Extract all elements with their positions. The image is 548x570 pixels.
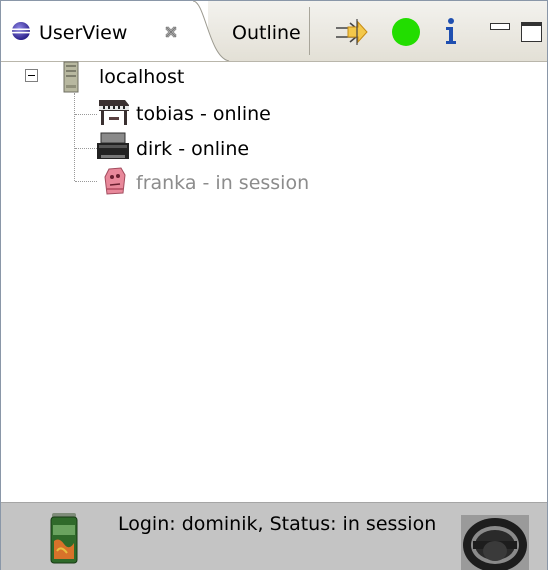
- minimize-icon[interactable]: [490, 23, 510, 30]
- steering-wheel-icon: [461, 515, 529, 570]
- tree-node-label: dirk - online: [136, 138, 250, 160]
- tree-connector: [74, 93, 75, 181]
- connect-arrow-icon[interactable]: [334, 18, 368, 46]
- printer-icon: [97, 132, 129, 159]
- piano-icon: [99, 100, 129, 125]
- close-icon[interactable]: [163, 24, 179, 40]
- maximize-icon[interactable]: [521, 22, 542, 42]
- can-icon: [50, 513, 78, 564]
- tree-node-label: localhost: [99, 66, 185, 88]
- tree-node-user[interactable]: dirk - online: [95, 131, 285, 161]
- tree-node-user[interactable]: tobias - online: [95, 97, 285, 127]
- tab-userview-label: UserView: [39, 22, 128, 44]
- collapse-icon[interactable]: [25, 69, 38, 82]
- status-bar: Login: dominik, Status: in session: [1, 502, 547, 570]
- tab-outline[interactable]: Outline: [232, 22, 301, 44]
- tab-bar: UserView Outline: [1, 1, 547, 62]
- user-tree: [1, 62, 547, 502]
- tab-edge: [191, 1, 230, 61]
- tree-node-localhost[interactable]: localhost: [59, 61, 199, 93]
- server-icon: [63, 61, 79, 93]
- status-text: Login: dominik, Status: in session: [118, 513, 437, 535]
- status-online-icon[interactable]: [391, 17, 421, 47]
- tree-connector: [75, 148, 97, 149]
- tree-node-label: franka - in session: [136, 172, 310, 194]
- info-icon[interactable]: [443, 17, 459, 45]
- figure-icon: [104, 167, 126, 195]
- toolbar-separator: [309, 7, 310, 55]
- tree-node-label: tobias - online: [136, 103, 271, 125]
- eclipse-icon: [12, 22, 30, 40]
- tree-node-user[interactable]: franka - in session: [95, 165, 335, 195]
- tree-connector: [75, 114, 97, 115]
- tree-connector: [75, 181, 97, 182]
- tab-userview[interactable]: UserView: [1, 1, 208, 61]
- userview-panel: UserView Outline localhost tobias - onli…: [0, 0, 548, 570]
